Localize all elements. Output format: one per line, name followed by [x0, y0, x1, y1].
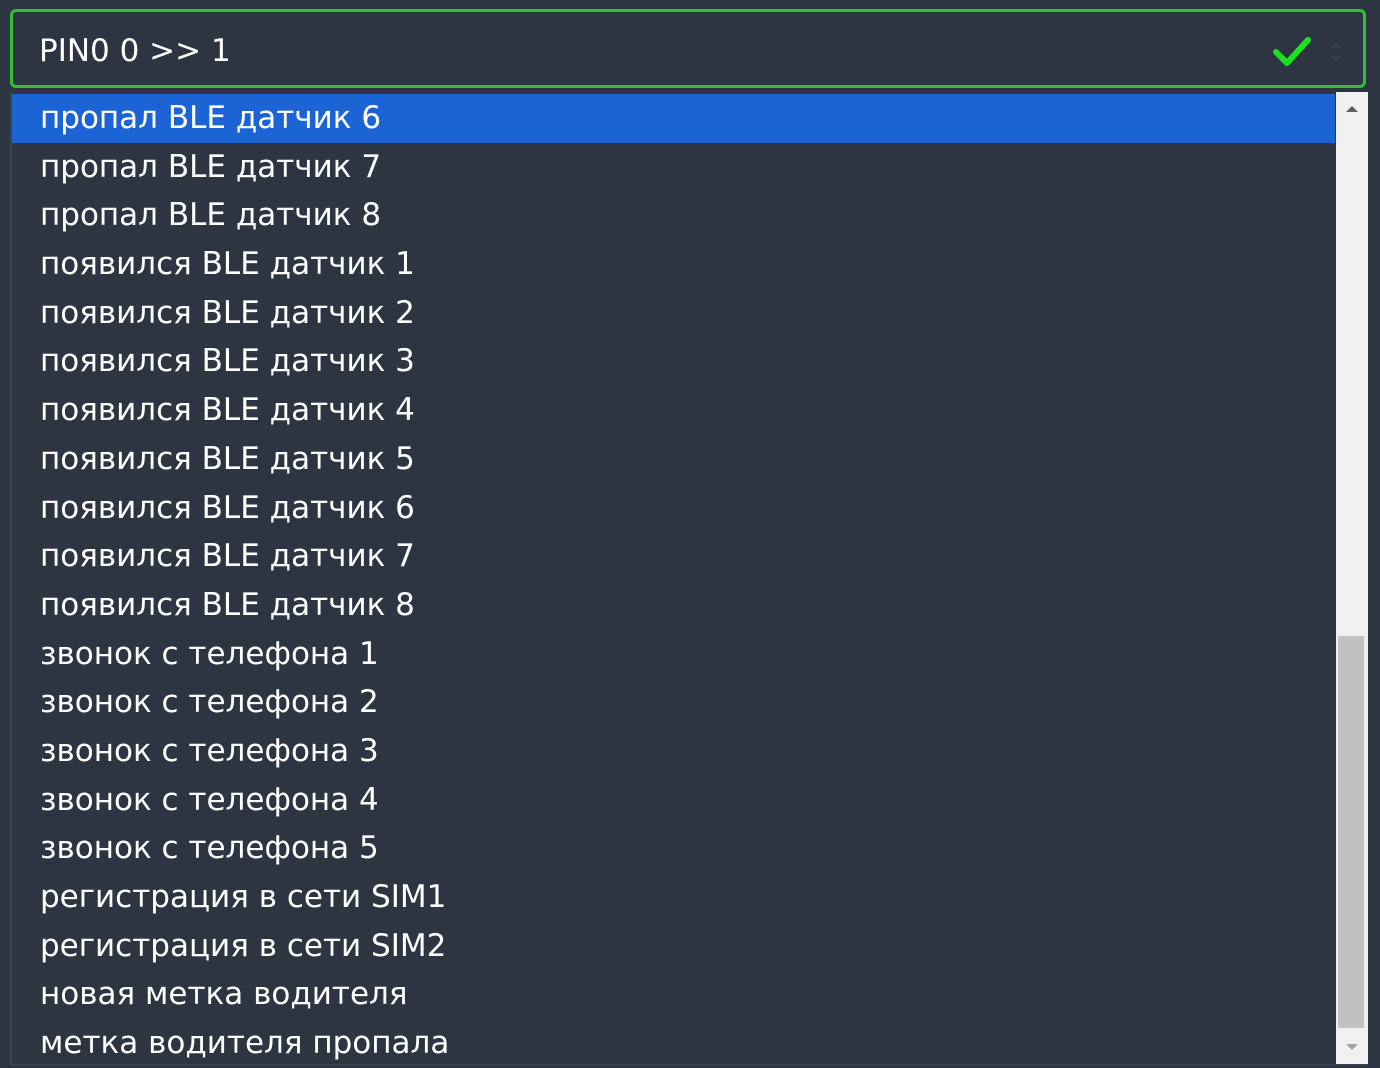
option-item[interactable]: звонок с телефона 2	[12, 678, 1335, 727]
option-item[interactable]: появился BLE датчик 3	[12, 337, 1335, 386]
scroll-up-arrow-icon[interactable]	[1336, 92, 1368, 126]
dropdown-list: пропал BLE датчик 6 пропал BLE датчик 7 …	[10, 92, 1368, 1066]
option-item[interactable]: метка водителя пропала	[12, 1019, 1335, 1064]
option-item[interactable]: появился BLE датчик 1	[12, 240, 1335, 289]
scrollbar-thumb[interactable]	[1338, 636, 1364, 1028]
dropdown-indicator-icon[interactable]	[1329, 40, 1343, 64]
option-item[interactable]: появился BLE датчик 5	[12, 435, 1335, 484]
option-item[interactable]: пропал BLE датчик 8	[12, 191, 1335, 240]
option-item-selected[interactable]: пропал BLE датчик 6	[12, 94, 1335, 143]
option-item[interactable]: появился BLE датчик 7	[12, 532, 1335, 581]
option-item[interactable]: регистрация в сети SIM2	[12, 922, 1335, 971]
checkmark-icon	[1270, 30, 1314, 74]
option-item[interactable]: регистрация в сети SIM1	[12, 873, 1335, 922]
option-item[interactable]: появился BLE датчик 8	[12, 581, 1335, 630]
event-select[interactable]: PIN0 0 >> 1	[10, 9, 1366, 88]
option-item[interactable]: появился BLE датчик 6	[12, 484, 1335, 533]
options-list: пропал BLE датчик 6 пропал BLE датчик 7 …	[12, 94, 1335, 1064]
vertical-scrollbar[interactable]	[1336, 92, 1368, 1064]
option-item[interactable]: появился BLE датчик 2	[12, 289, 1335, 338]
option-item[interactable]: звонок с телефона 5	[12, 824, 1335, 873]
option-item[interactable]: новая метка водителя	[12, 970, 1335, 1019]
select-value: PIN0 0 >> 1	[39, 33, 231, 69]
option-item[interactable]: появился BLE датчик 4	[12, 386, 1335, 435]
option-item[interactable]: звонок с телефона 1	[12, 630, 1335, 679]
option-item[interactable]: звонок с телефона 3	[12, 727, 1335, 776]
scroll-down-arrow-icon[interactable]	[1336, 1030, 1368, 1064]
option-item[interactable]: пропал BLE датчик 7	[12, 143, 1335, 192]
option-item[interactable]: звонок с телефона 4	[12, 776, 1335, 825]
